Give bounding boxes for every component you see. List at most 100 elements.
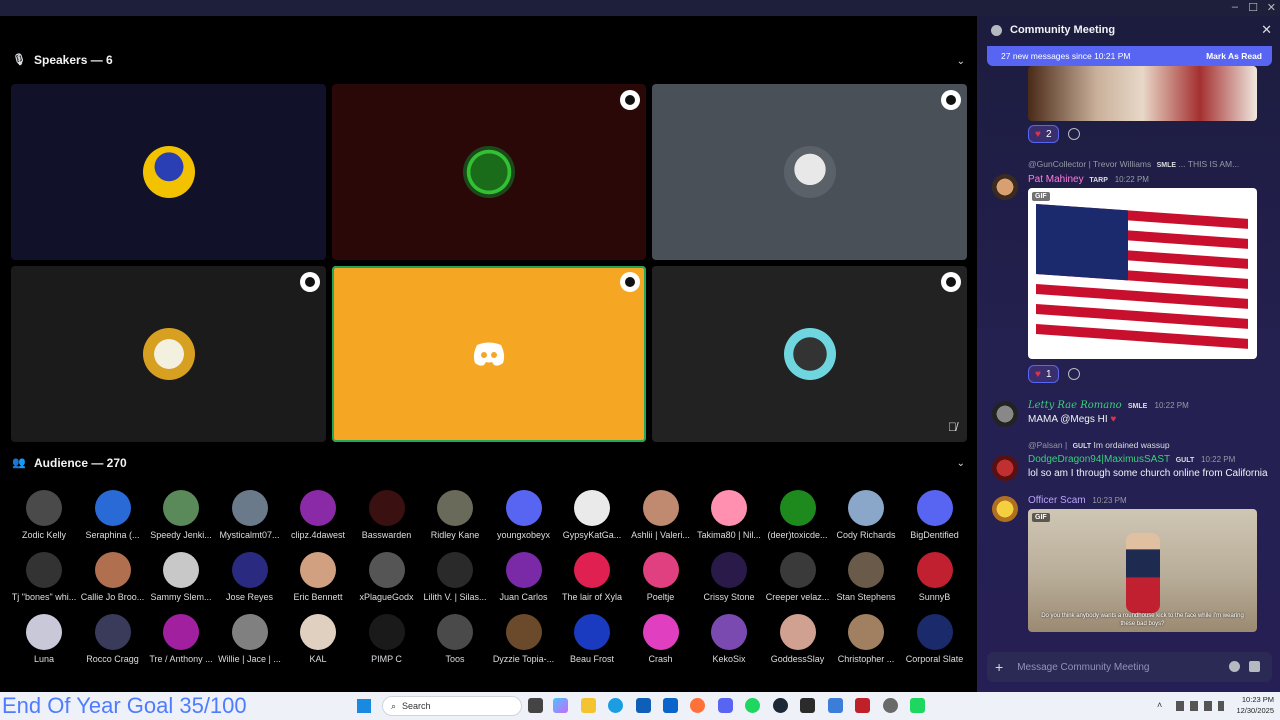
new-messages-bar[interactable]: 27 new messages since 10:21 PM Mark As R… <box>987 46 1272 66</box>
windows-start-icon[interactable] <box>357 699 371 713</box>
minimize-button[interactable]: – <box>1232 1 1238 13</box>
audience-member[interactable]: Mysticalmt07... <box>216 490 284 540</box>
audience-member[interactable]: Eric Bennett <box>284 552 352 602</box>
audience-member[interactable]: Crash <box>627 614 695 664</box>
reply-preview[interactable]: @Palsan | GULT Im ordained wassup <box>1028 440 1170 450</box>
app-icon[interactable] <box>910 698 925 713</box>
audience-member[interactable]: Creeper velaz... <box>764 552 832 602</box>
audience-member[interactable]: Ridley Kane <box>421 490 489 540</box>
audience-member[interactable]: Speedy Jenki... <box>147 490 215 540</box>
audience-member[interactable]: Luna <box>10 614 78 664</box>
audience-member[interactable]: Dyzzie Topia-... <box>490 614 558 664</box>
audience-member[interactable]: BigDentified <box>901 490 969 540</box>
audience-member[interactable]: KAL <box>284 614 352 664</box>
heart-reaction[interactable]: ♥ 1 <box>1028 365 1059 383</box>
app-icon[interactable] <box>855 698 870 713</box>
firefox-icon[interactable] <box>690 698 705 713</box>
clock[interactable]: 10:23 PM 12/30/2025 <box>1236 694 1274 716</box>
spotify-icon[interactable] <box>745 698 760 713</box>
audience-member[interactable]: GypsyKatGa... <box>558 490 626 540</box>
message-author[interactable]: Letty Rae Romano SMLE 10:22 PM <box>1028 400 1189 411</box>
outlook-icon[interactable] <box>663 698 678 713</box>
audience-member[interactable]: Christopher ... <box>832 614 900 664</box>
tray-icons[interactable] <box>1176 701 1224 711</box>
audience-member[interactable]: Takima80 | Nil... <box>695 490 763 540</box>
file-explorer-icon[interactable] <box>581 698 596 713</box>
speaker-tile[interactable] <box>332 84 646 260</box>
audience-member[interactable]: Tre / Anthony ... <box>147 614 215 664</box>
add-reaction-icon[interactable] <box>1068 368 1080 380</box>
message-composer[interactable]: + Message Community Meeting <box>987 652 1272 682</box>
audience-member[interactable]: Crissy Stone <box>695 552 763 602</box>
audience-member[interactable]: Willie | Jace | ... <box>216 614 284 664</box>
audience-member[interactable]: Poeltje <box>627 552 695 602</box>
speaker-tile[interactable]: 🎙̸ <box>652 266 967 442</box>
close-chat-icon[interactable]: ✕ <box>1261 22 1272 38</box>
emoji-icon[interactable] <box>1229 661 1240 672</box>
audience-member[interactable]: Juan Carlos <box>490 552 558 602</box>
audience-member[interactable]: Tj "bones" whi... <box>10 552 78 602</box>
audience-member[interactable]: KekoSix <box>695 614 763 664</box>
discord-icon[interactable] <box>718 698 733 713</box>
audience-member[interactable]: Sammy Slem... <box>147 552 215 602</box>
audience-member[interactable]: Lilith V. | Silas... <box>421 552 489 602</box>
audience-member[interactable]: Corporal Slate <box>901 614 969 664</box>
audience-member[interactable]: xPlagueGodx <box>353 552 421 602</box>
message-author[interactable]: Officer Scam 10:23 PM <box>1028 495 1127 506</box>
tray-chevron-icon[interactable]: ˄ <box>1157 700 1162 710</box>
copilot-icon[interactable] <box>553 698 568 713</box>
speakers-header[interactable]: 🎙 Speakers — 6 <box>12 50 113 70</box>
audience-member[interactable]: Toos <box>421 614 489 664</box>
audience-member[interactable]: Zodic Kelly <box>10 490 78 540</box>
settings-icon[interactable] <box>883 698 898 713</box>
speakers-collapse-chevron-icon[interactable]: ⌄ <box>957 56 965 67</box>
message-image[interactable] <box>1028 66 1257 121</box>
audience-member[interactable]: PIMP C <box>353 614 421 664</box>
audience-member[interactable]: Ashlii | Valeri... <box>627 490 695 540</box>
audience-member[interactable]: (deer)toxicde... <box>764 490 832 540</box>
audience-header[interactable]: 👥 Audience — 270 <box>12 453 127 473</box>
speaker-tile[interactable] <box>652 84 967 260</box>
audience-collapse-chevron-icon[interactable]: ⌄ <box>957 458 965 469</box>
audience-member[interactable]: Seraphina (... <box>79 490 147 540</box>
audience-member[interactable]: Rocco Cragg <box>79 614 147 664</box>
close-window-button[interactable]: ✕ <box>1267 1 1276 14</box>
user-avatar[interactable] <box>992 401 1018 427</box>
speaker-tile[interactable] <box>11 84 326 260</box>
audience-member[interactable]: Beau Frost <box>558 614 626 664</box>
audience-member[interactable]: youngxobeyx <box>490 490 558 540</box>
flag-gif[interactable]: GIF <box>1028 188 1257 359</box>
add-attachment-icon[interactable]: + <box>995 659 1003 675</box>
task-view-icon[interactable] <box>528 698 543 713</box>
audience-member[interactable]: The lair of Xyla <box>558 552 626 602</box>
store-icon[interactable] <box>636 698 651 713</box>
audience-member[interactable]: Callie Jo Broo... <box>79 552 147 602</box>
user-avatar[interactable] <box>992 455 1018 481</box>
terminal-icon[interactable] <box>800 698 815 713</box>
heart-reaction[interactable]: ♥ 2 <box>1028 125 1059 143</box>
audience-member[interactable]: Basswarden <box>353 490 421 540</box>
message-author[interactable]: DodgeDragon94|MaximusSAST GULT 10:22 PM <box>1028 454 1235 465</box>
audience-member[interactable]: clipz.4dawest <box>284 490 352 540</box>
audience-member[interactable]: GoddessSlay <box>764 614 832 664</box>
taskbar-search[interactable]: ⌕ Search <box>382 696 522 716</box>
audience-member[interactable]: Jose Reyes <box>216 552 284 602</box>
audience-member[interactable]: Cody Richards <box>832 490 900 540</box>
edge-icon[interactable] <box>608 698 623 713</box>
reply-preview[interactable]: @GunCollector | Trevor Williams SMLE ...… <box>1028 159 1239 169</box>
user-avatar[interactable] <box>992 496 1018 522</box>
add-reaction-icon[interactable] <box>1068 128 1080 140</box>
apps-icon[interactable] <box>1249 661 1260 672</box>
audience-member[interactable]: SunnyB <box>901 552 969 602</box>
mark-as-read-button[interactable]: Mark As Read <box>1206 51 1262 61</box>
message-author[interactable]: Pat Mahiney TARP 10:22 PM <box>1028 174 1149 185</box>
speaker-tile-speaking[interactable] <box>332 266 646 442</box>
maximize-button[interactable]: ☐ <box>1248 1 1258 14</box>
user-avatar[interactable] <box>992 174 1018 200</box>
message-gif[interactable]: GIF Do you think anybody wants a roundho… <box>1028 509 1257 632</box>
speaker-tile[interactable] <box>11 266 326 442</box>
steam-icon[interactable] <box>773 698 788 713</box>
notepad-icon[interactable] <box>828 698 843 713</box>
audience-member[interactable]: Stan Stephens <box>832 552 900 602</box>
reply-tag: GULT <box>1072 443 1092 450</box>
